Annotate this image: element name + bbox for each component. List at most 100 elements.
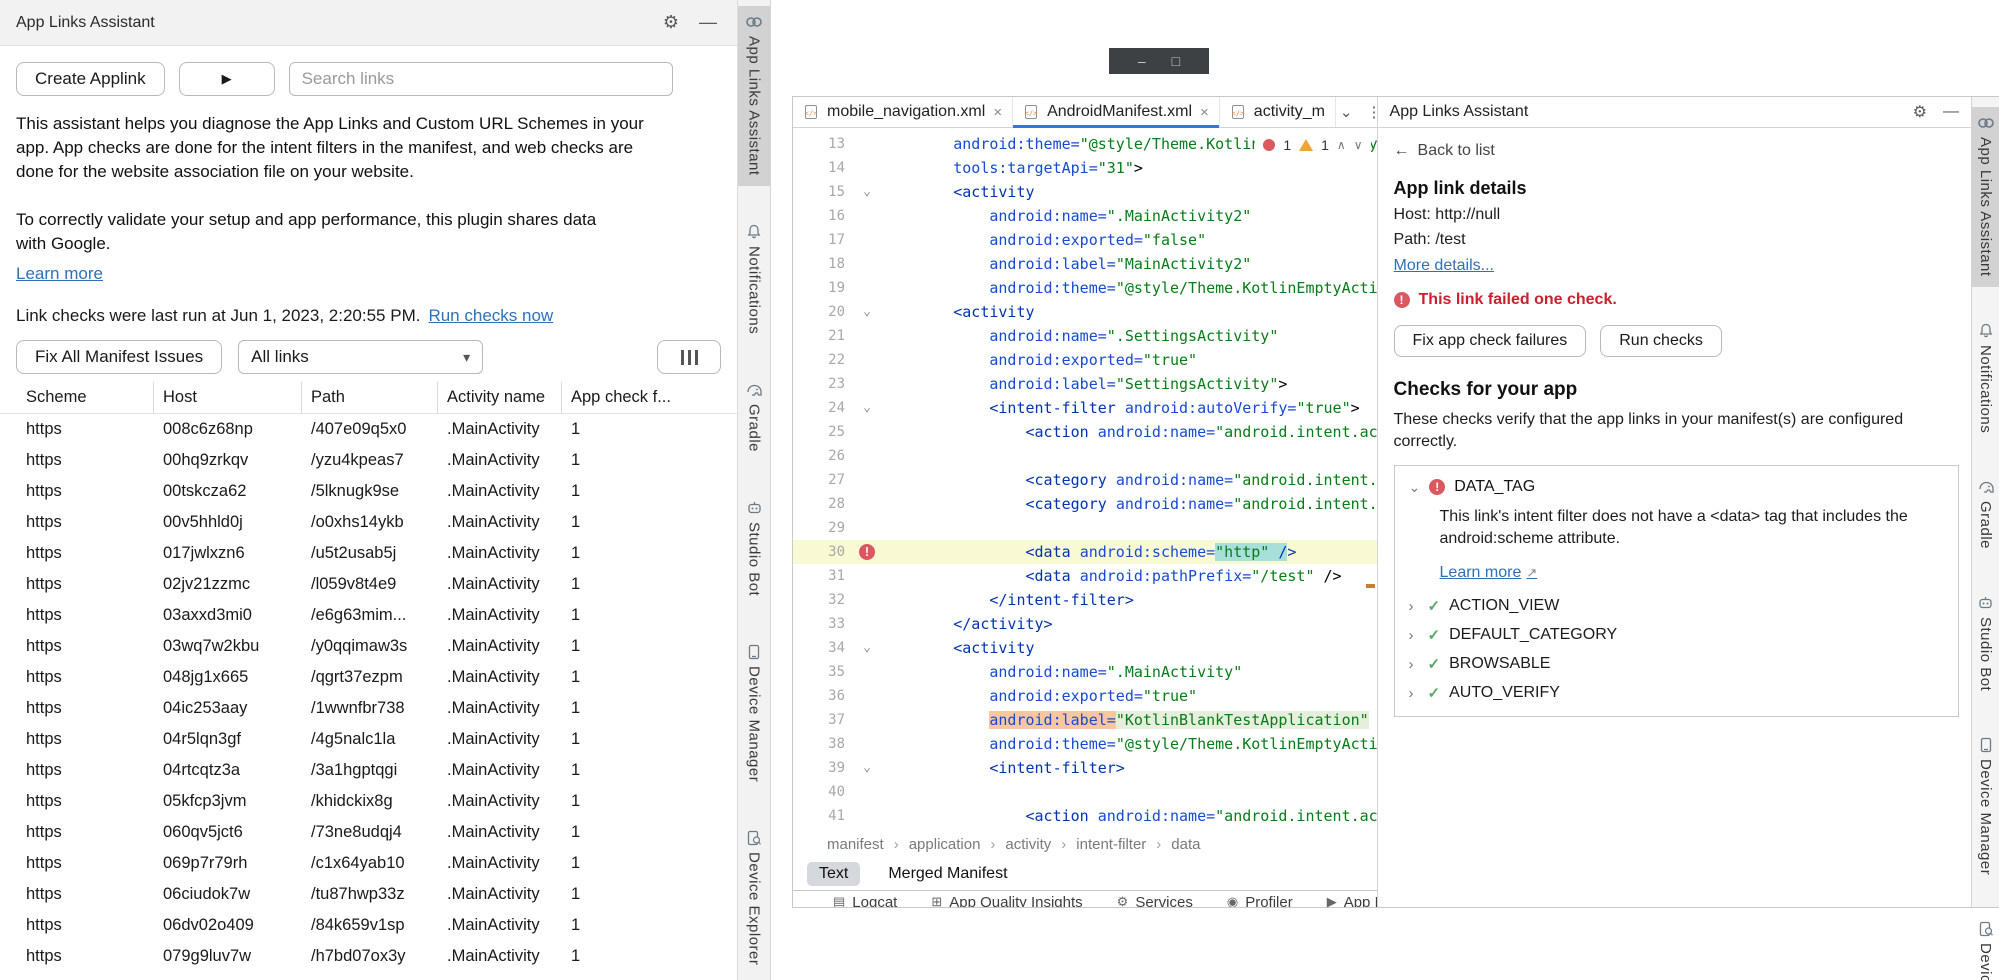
passed-check-default-category[interactable]: ›✓DEFAULT_CATEGORY: [1409, 626, 1944, 644]
code-line[interactable]: 25 <action android:name="android.intent.…: [793, 420, 1377, 444]
tool-strip-item-gradle[interactable]: Gradle: [1972, 471, 1999, 559]
tool-strip-item-device-explorer[interactable]: Device Explorer: [738, 822, 770, 975]
code-line[interactable]: 31 <data android:pathPrefix="/test" />: [793, 564, 1377, 588]
code-line[interactable]: 14 tools:targetApi="31">: [793, 156, 1377, 180]
tool-strip-item-device-manager[interactable]: Device Manager: [738, 636, 770, 792]
column-settings-button[interactable]: [657, 340, 721, 374]
code-line[interactable]: 15⌄ <activity: [793, 180, 1377, 204]
code-line[interactable]: 22 android:exported="true": [793, 348, 1377, 372]
error-gutter-icon[interactable]: !: [853, 540, 881, 564]
code-line[interactable]: 16 android:name=".MainActivity2": [793, 204, 1377, 228]
code-line[interactable]: 21 android:name=".SettingsActivity": [793, 324, 1377, 348]
fix-app-check-failures-button[interactable]: Fix app check failures: [1394, 325, 1587, 357]
table-row[interactable]: https017jwlxzn6/u5t2usab5j.MainActivity1: [0, 538, 737, 569]
table-row[interactable]: https03axxd3mi0/e6g63mim....MainActivity…: [0, 600, 737, 631]
next-issue-icon[interactable]: ∨: [1354, 138, 1363, 152]
table-row[interactable]: https069p7r79rh/c1x64yab10.MainActivity1: [0, 848, 737, 879]
code-editor[interactable]: 13 android:theme="@style/Theme.KotlinEmp…: [793, 128, 1377, 831]
search-links-input[interactable]: [289, 62, 673, 96]
more-details-link[interactable]: More details...: [1394, 257, 1494, 275]
code-line[interactable]: 39⌄ <intent-filter>: [793, 756, 1377, 780]
code-line[interactable]: 20⌄ <activity: [793, 300, 1377, 324]
table-row[interactable]: https02jv21zzmc/l059v8t4e9.MainActivity1: [0, 569, 737, 600]
gear-icon[interactable]: ⚙: [663, 12, 679, 33]
table-row[interactable]: https04rtcqtz3a/3a1hgptqgi.MainActivity1: [0, 755, 737, 786]
code-line[interactable]: 30! <data android:scheme="http" />: [793, 540, 1377, 564]
tool-strip-item-studio-bot[interactable]: Studio Bot: [1972, 587, 1999, 701]
code-line[interactable]: 27 <category android:name="android.inten…: [793, 468, 1377, 492]
code-line[interactable]: 26: [793, 444, 1377, 468]
editor-tab-mobile-navigation-xml[interactable]: </>mobile_navigation.xml×: [793, 97, 1013, 127]
tool-strip-item-device-explorer[interactable]: Device Explorer: [1972, 913, 1999, 980]
code-line[interactable]: 24⌄ <intent-filter android:autoVerify="t…: [793, 396, 1377, 420]
code-line[interactable]: 29: [793, 516, 1377, 540]
learn-more-link[interactable]: Learn more ↗: [1440, 564, 1538, 582]
code-line[interactable]: 37 android:label="KotlinBlankTestApplica…: [793, 708, 1377, 732]
bottom-tab-merged-manifest[interactable]: Merged Manifest: [882, 862, 1013, 886]
close-icon[interactable]: ×: [993, 104, 1002, 121]
breadcrumb-item-data[interactable]: data: [1171, 836, 1200, 853]
editor-tab-androidmanifest-xml[interactable]: </>AndroidManifest.xml×: [1013, 97, 1220, 127]
table-row[interactable]: https060qv5jct6/73ne8udqj4.MainActivity1: [0, 817, 737, 848]
gear-icon[interactable]: ⚙: [1913, 102, 1927, 122]
code-line[interactable]: 17 android:exported="false": [793, 228, 1377, 252]
passed-check-auto-verify[interactable]: ›✓AUTO_VERIFY: [1409, 684, 1944, 702]
table-row[interactable]: https05kfcp3jvm/khidckix8g.MainActivity1: [0, 786, 737, 817]
fold-icon[interactable]: ⌄: [853, 180, 881, 204]
code-line[interactable]: 34⌄ <activity: [793, 636, 1377, 660]
links-filter-dropdown[interactable]: All links ▾: [238, 340, 483, 374]
minimize-icon[interactable]: —: [699, 12, 717, 33]
tool-strip-item-studio-bot[interactable]: Studio Bot: [738, 492, 770, 606]
breadcrumb-item-intent-filter[interactable]: intent-filter: [1076, 836, 1146, 853]
run-play-button[interactable]: ▶: [179, 62, 275, 96]
code-line[interactable]: 36 android:exported="true": [793, 684, 1377, 708]
fold-icon[interactable]: ⌄: [853, 300, 881, 324]
table-row[interactable]: https04ic253aay/1wwnfbr738.MainActivity1: [0, 693, 737, 724]
tool-strip-item-app-links-assistant[interactable]: App Links Assistant: [1972, 107, 1999, 287]
data-tag-check-row[interactable]: ⌄ ! DATA_TAG: [1409, 478, 1944, 496]
prev-issue-icon[interactable]: ∧: [1337, 138, 1346, 152]
bottom-tab-text[interactable]: Text: [807, 862, 860, 886]
fold-icon[interactable]: ⌄: [853, 636, 881, 660]
code-line[interactable]: 28 <category android:name="android.inten…: [793, 492, 1377, 516]
tool-strip-item-device-manager[interactable]: Device Manager: [1972, 729, 1999, 885]
table-row[interactable]: https03wq7w2kbu/y0qqimaw3s.MainActivity1: [0, 631, 737, 662]
statusbar-item-services[interactable]: ⚙Services: [1117, 894, 1193, 907]
window-maximize-icon[interactable]: □: [1172, 53, 1180, 69]
code-line[interactable]: 38 android:theme="@style/Theme.KotlinEmp…: [793, 732, 1377, 756]
breadcrumb-item-activity[interactable]: activity: [1005, 836, 1051, 853]
code-line[interactable]: 19 android:theme="@style/Theme.KotlinEmp…: [793, 276, 1377, 300]
table-row[interactable]: https04r5lqn3gf/4g5nalc1la.MainActivity1: [0, 724, 737, 755]
column-header-activity-name[interactable]: Activity name: [437, 382, 561, 413]
back-to-list-link[interactable]: ← Back to list: [1394, 142, 1956, 160]
table-row[interactable]: https00hq9zrkqv/yzu4kpeas7.MainActivity1: [0, 445, 737, 476]
code-line[interactable]: 35 android:name=".MainActivity": [793, 660, 1377, 684]
fold-icon[interactable]: ⌄: [853, 756, 881, 780]
run-checks-now-link[interactable]: Run checks now: [428, 306, 553, 326]
statusbar-item-profiler[interactable]: ◉Profiler: [1227, 894, 1293, 907]
table-row[interactable]: https048jg1x665/qgrt37ezpm.MainActivity1: [0, 662, 737, 693]
code-line[interactable]: 33 </activity>: [793, 612, 1377, 636]
create-applink-button[interactable]: Create Applink: [16, 62, 165, 96]
breadcrumb-item-application[interactable]: application: [909, 836, 981, 853]
passed-check-action-view[interactable]: ›✓ACTION_VIEW: [1409, 597, 1944, 615]
learn-more-link[interactable]: Learn more: [16, 264, 103, 284]
statusbar-item-logcat[interactable]: ▤Logcat: [833, 894, 897, 907]
passed-check-browsable[interactable]: ›✓BROWSABLE: [1409, 655, 1944, 673]
table-row[interactable]: https06ciudok7w/tu87hwp33z.MainActivity1: [0, 879, 737, 910]
code-line[interactable]: 40: [793, 780, 1377, 804]
code-line[interactable]: 41 <action android:name="android.intent.…: [793, 804, 1377, 828]
fold-icon[interactable]: ⌄: [853, 396, 881, 420]
code-line[interactable]: 18 android:label="MainActivity2": [793, 252, 1377, 276]
code-line[interactable]: 23 android:label="SettingsActivity">: [793, 372, 1377, 396]
fix-all-manifest-issues-button[interactable]: Fix All Manifest Issues: [16, 340, 222, 374]
table-row[interactable]: https008c6z68np/407e09q5x0.MainActivity1: [0, 414, 737, 445]
hidden-tabs-chevron-icon[interactable]: ⌄: [1340, 103, 1353, 121]
minimize-icon[interactable]: —: [1943, 103, 1959, 121]
table-row[interactable]: https06dv02o409/84k659v1sp.MainActivity1: [0, 910, 737, 941]
close-icon[interactable]: ×: [1200, 104, 1209, 121]
table-row[interactable]: https00v5hhld0j/o0xhs14ykb.MainActivity1: [0, 507, 737, 538]
inspections-widget[interactable]: 1 1 ∧ ∨: [1255, 134, 1370, 156]
code-line[interactable]: 32 </intent-filter>: [793, 588, 1377, 612]
table-row[interactable]: https00tskcza62/5lknugk9se.MainActivity1: [0, 476, 737, 507]
